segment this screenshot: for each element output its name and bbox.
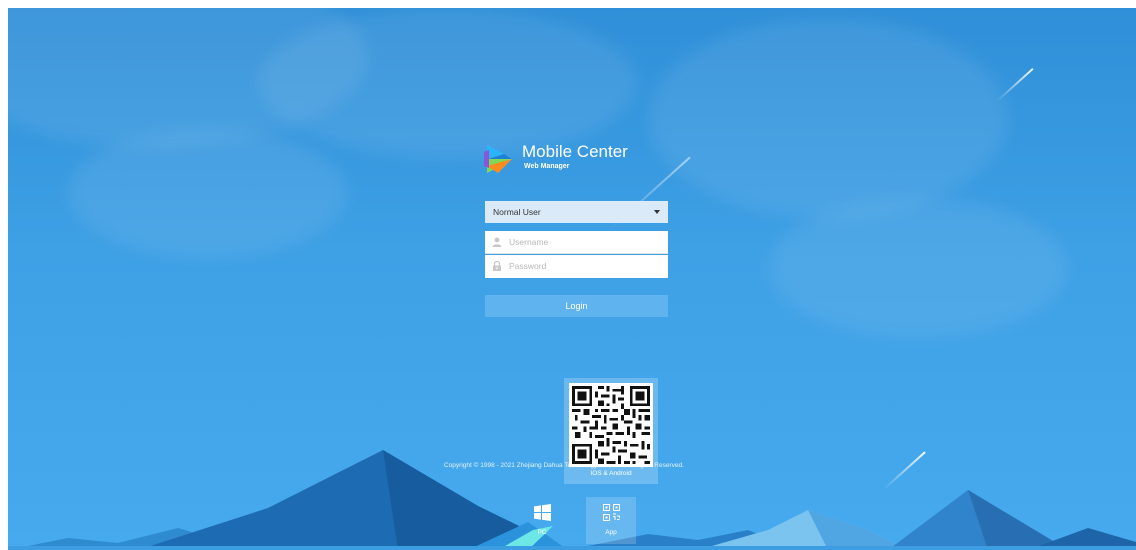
app-logo-icon [484,145,512,173]
app-subtitle: Web Manager [524,163,570,170]
windows-icon [534,504,551,521]
brand-header: Mobile Center Web Manager [484,142,684,182]
cloud-decoration [258,8,638,158]
download-app-label: App [605,529,617,536]
password-input[interactable] [509,255,659,277]
cloud-decoration [648,18,1008,218]
qr-popup: IOS & Android [564,378,658,484]
user-type-value: Normal User [493,207,541,217]
download-app-button[interactable]: App [586,497,636,544]
username-input[interactable] [509,231,659,253]
qr-caption: IOS & Android [590,470,632,477]
username-field[interactable] [485,231,668,254]
download-pc-label: PC [537,529,547,536]
shooting-star [996,68,1034,102]
user-icon [492,237,502,247]
qr-code-image [569,383,653,467]
cloud-decoration [768,198,1068,338]
password-field[interactable] [485,255,668,278]
user-type-select[interactable]: Normal User [485,201,668,223]
qr-code-icon [603,504,620,521]
download-pc-button[interactable]: PC [517,497,567,544]
login-background: Mobile Center Web Manager Normal User Lo… [8,8,1136,550]
login-button[interactable]: Login [485,295,668,317]
chevron-down-icon [654,210,660,214]
app-title: Mobile Center [522,142,628,161]
cloud-decoration [68,128,348,258]
lock-icon [493,261,501,271]
